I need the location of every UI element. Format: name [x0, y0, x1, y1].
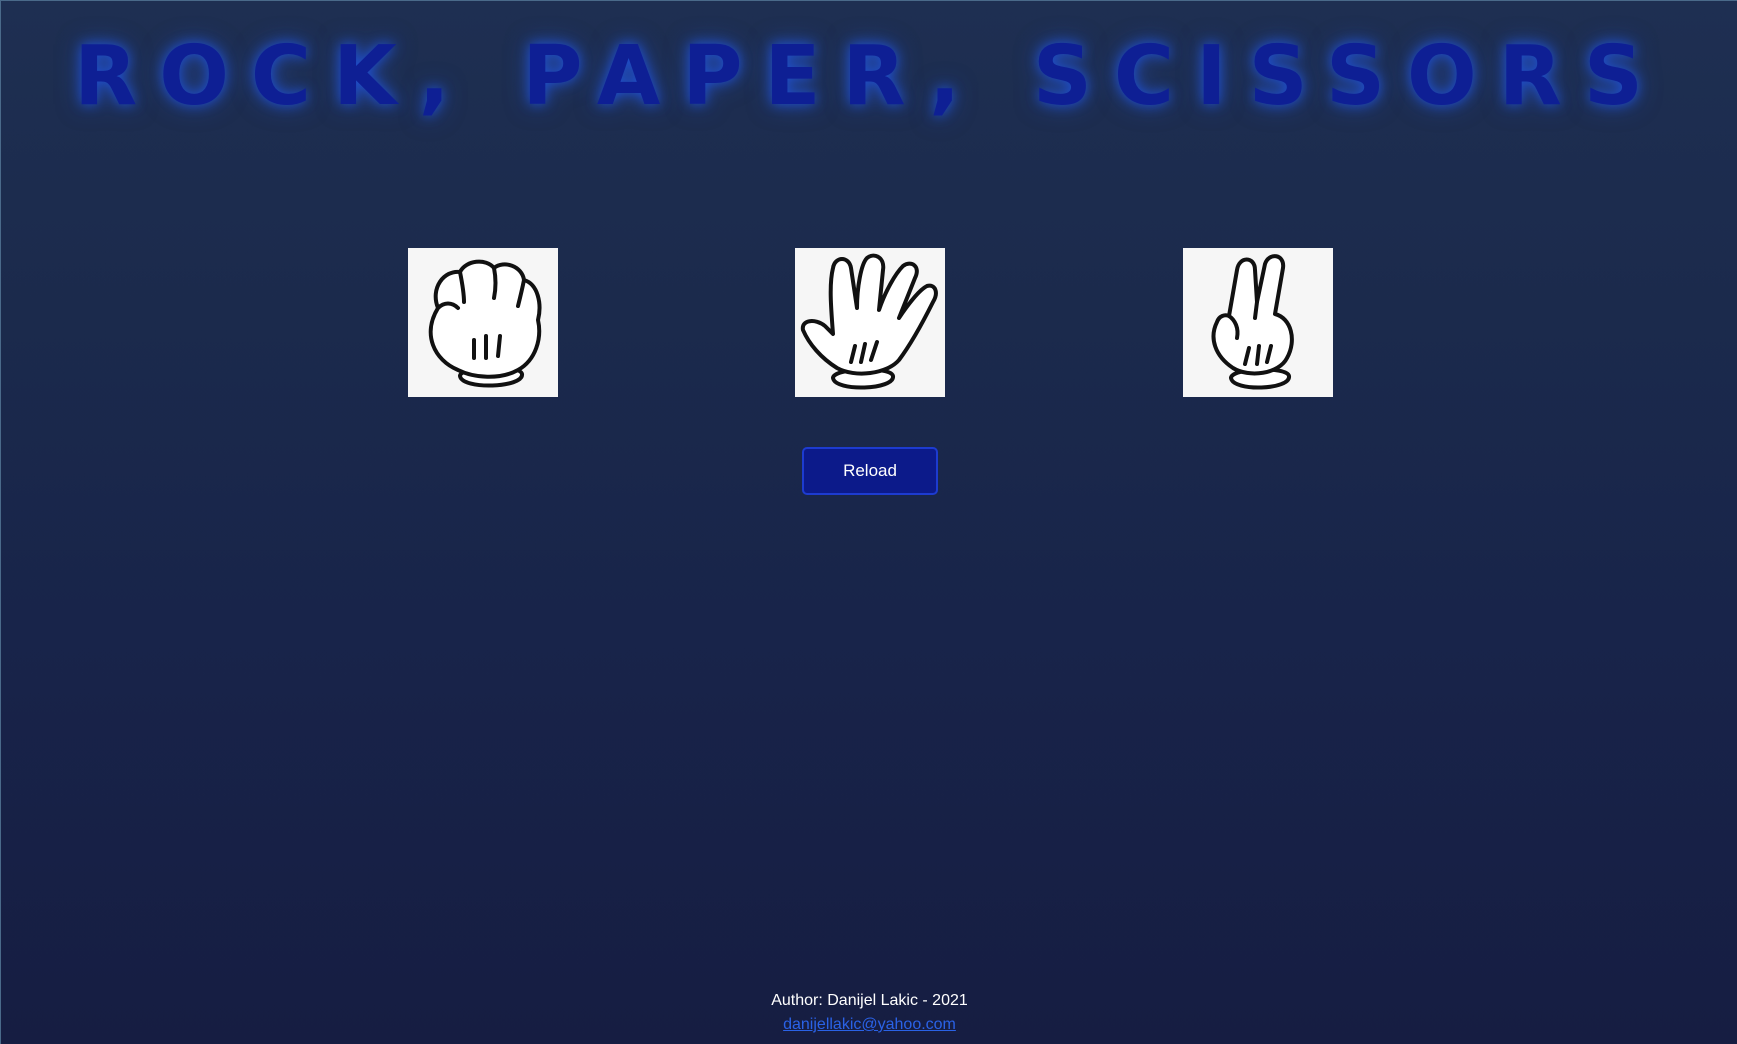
page-title: ROCK, PAPER, SCISSORS — [74, 29, 1665, 124]
paper-hand-icon — [800, 253, 938, 390]
footer: Author: Danijel Lakic - 2021 danijellaki… — [1, 989, 1737, 1037]
email-link[interactable]: danijellakic@yahoo.com — [783, 1013, 956, 1037]
reload-button[interactable]: Reload — [802, 447, 938, 495]
author-credit: Author: Danijel Lakic - 2021 — [771, 992, 968, 1009]
scissors-choice[interactable] — [1183, 248, 1333, 397]
scissors-hand-icon — [1211, 254, 1294, 390]
rock-choice[interactable] — [408, 248, 558, 397]
paper-choice[interactable] — [795, 248, 945, 397]
rock-hand-icon — [428, 259, 542, 388]
